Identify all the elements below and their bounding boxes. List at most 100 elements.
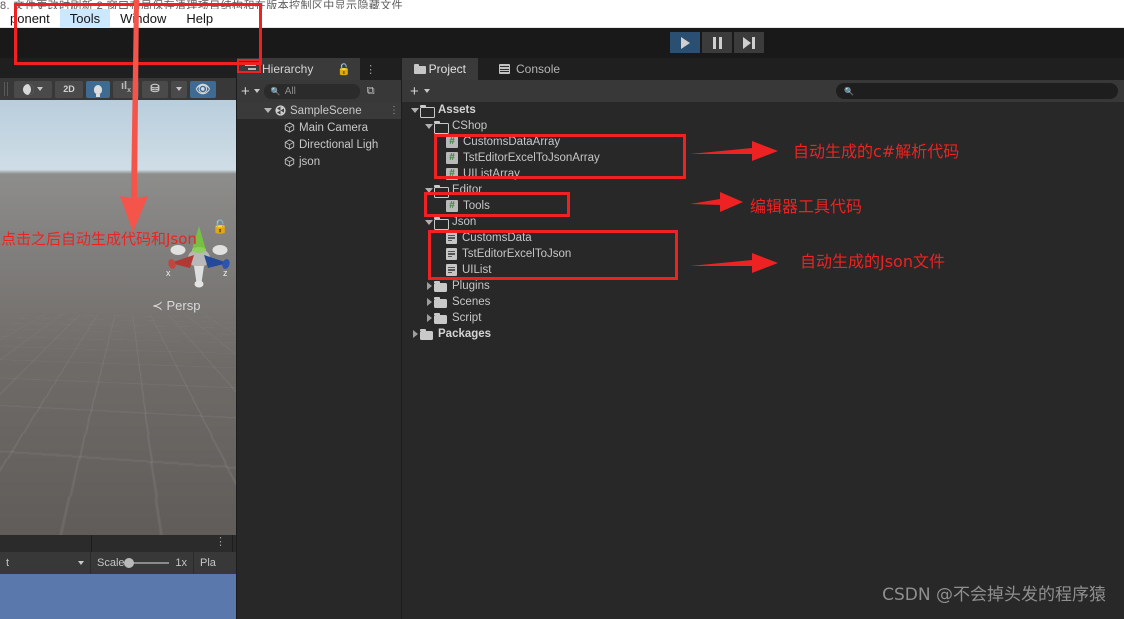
asset-row-packages[interactable]: Packages [402,326,1124,342]
hierarchy-icon [245,64,256,74]
chevron-down-icon[interactable] [424,219,434,225]
gizmos-toggle-button[interactable]: 👁 [190,80,216,98]
tab-console[interactable]: Console [487,58,572,80]
asset-label: CustomsData [462,232,532,244]
panel-divider[interactable] [236,58,237,619]
folder-open-icon [420,104,435,118]
chevron-right-icon[interactable] [424,298,434,306]
folder-open-icon [434,184,449,198]
asset-row-script[interactable]: Script [402,310,1124,326]
tab-hierarchy[interactable]: Hierarchy 🔓 ⋮ [236,58,376,80]
svg-text:z: z [223,268,228,278]
asset-row-uilistarray[interactable]: # UIListArray [402,166,1124,182]
chevron-right-icon[interactable] [424,314,434,322]
chevron-down-icon[interactable] [424,123,434,129]
folder-icon [434,296,447,308]
chevron-down-icon[interactable] [423,89,430,93]
game-view-surface[interactable] [0,574,236,619]
hierarchy-item-directional-light[interactable]: Directional Ligh [236,136,402,153]
asset-row-cshop[interactable]: CShop [402,118,1124,134]
add-gameobject-button[interactable]: + [241,84,250,99]
hierarchy-search-input[interactable]: 🔍 All [263,83,360,99]
scene-projection-label[interactable]: ≺ Persp [152,298,200,314]
asset-label: Plugins [452,280,490,292]
menu-item-help[interactable]: Help [176,9,223,29]
game-view-toolbar: t Scale 1x Pla [0,552,236,574]
game-view-play-focused-toggle[interactable]: Pla [194,552,236,574]
game-view-panel: ⋮ t Scale 1x Pla [0,535,236,619]
folder-icon [434,280,447,292]
unity-scene-icon [275,105,286,116]
hierarchy-item-samplescene[interactable]: SampleScene ⋮ [236,102,402,119]
pause-button[interactable] [702,32,732,53]
lock-icon[interactable]: 🔓 [337,63,351,76]
scale-knob[interactable] [123,558,134,568]
hierarchy-item-label: Directional Ligh [299,138,379,151]
console-icon [499,64,510,74]
tab-project[interactable]: Project [402,58,478,80]
asset-label: Script [452,312,482,324]
shading-mode-icon [23,83,34,95]
chevron-down-icon[interactable] [253,89,260,93]
step-icon [743,36,755,49]
asset-label: Assets [438,104,476,116]
project-asset-tree: Assets CShop # CustomsDataArray # TstEdi… [402,102,1124,619]
pause-icon [712,36,722,49]
panel-grip-icon [4,82,11,96]
hierarchy-item-label: SampleScene [290,104,362,117]
2d-toggle-button[interactable]: 2D [55,80,83,98]
chevron-down-icon[interactable] [424,187,434,193]
step-button[interactable] [734,32,764,53]
hierarchy-item-json[interactable]: json [236,153,402,170]
lighting-toggle-button[interactable] [86,80,110,98]
hierarchy-item-label: Main Camera [299,121,369,134]
gameobject-icon [284,139,295,150]
asset-row-customsdata[interactable]: CustomsData [402,230,1124,246]
create-asset-button[interactable]: + [410,84,419,99]
annotation-text-scene: 点击之后自动生成代码和Json [1,230,197,248]
effects-dropdown[interactable] [171,80,187,98]
svg-text:x: x [166,268,171,278]
game-view-tabbar: ⋮ [0,535,236,552]
hierarchy-item-main-camera[interactable]: Main Camera [236,119,402,136]
panel-divider[interactable] [401,58,402,619]
chevron-down-icon[interactable] [264,108,272,113]
asset-label: TstEditorExcelToJsonArray [463,152,600,164]
chevron-down-icon [78,561,84,565]
asset-label: CustomsDataArray [463,136,561,148]
game-view-menu-icon[interactable]: ⋮ [215,537,226,548]
hierarchy-panel: Hierarchy 🔓 ⋮ + 🔍 All ⧉ SampleScene ⋮ Ma… [236,58,402,619]
json-file-icon [446,248,457,260]
project-search-input[interactable]: 🔍 [836,83,1118,99]
annotation-arrow-csharp [690,141,778,161]
asset-row-plugins[interactable]: Plugins [402,278,1124,294]
hierarchy-toolbar: + 🔍 All ⧉ [236,80,402,102]
asset-row-scenes[interactable]: Scenes [402,294,1124,310]
hierarchy-menu-icon[interactable]: ⋮ [365,63,376,76]
hierarchy-item-label: json [299,155,321,168]
scale-track[interactable] [123,558,170,568]
folder-open-icon [434,120,449,134]
menu-item-tools[interactable]: Tools [59,8,111,29]
chevron-down-icon[interactable] [410,107,420,113]
folder-icon [434,312,447,324]
csharp-file-icon: # [446,136,458,148]
aspect-value: t [6,557,10,569]
folder-icon [414,64,426,74]
tab-hierarchy-label: Hierarchy [262,62,314,76]
project-tabbar: Project Console [402,58,1124,80]
asset-row-assets[interactable]: Assets [402,102,1124,118]
chevron-right-icon[interactable] [410,330,420,338]
search-icon: 🔍 [270,86,281,96]
open-in-new-window-icon[interactable]: ⧉ [367,85,375,98]
play-button[interactable] [670,32,700,53]
game-view-aspect-dropdown[interactable]: t [0,552,91,574]
game-view-scale-slider[interactable]: Scale 1x [91,552,194,574]
unity-top-toolbar [0,28,1124,58]
asset-label: Scenes [452,296,491,308]
chevron-right-icon[interactable] [424,282,434,290]
project-toolbar: + 🔍 [402,80,1124,102]
shading-mode-dropdown[interactable] [14,80,52,98]
menu-item-component[interactable]: ponent [0,9,60,29]
annotation-text-csharp: 自动生成的c#解析代码 [793,142,960,161]
